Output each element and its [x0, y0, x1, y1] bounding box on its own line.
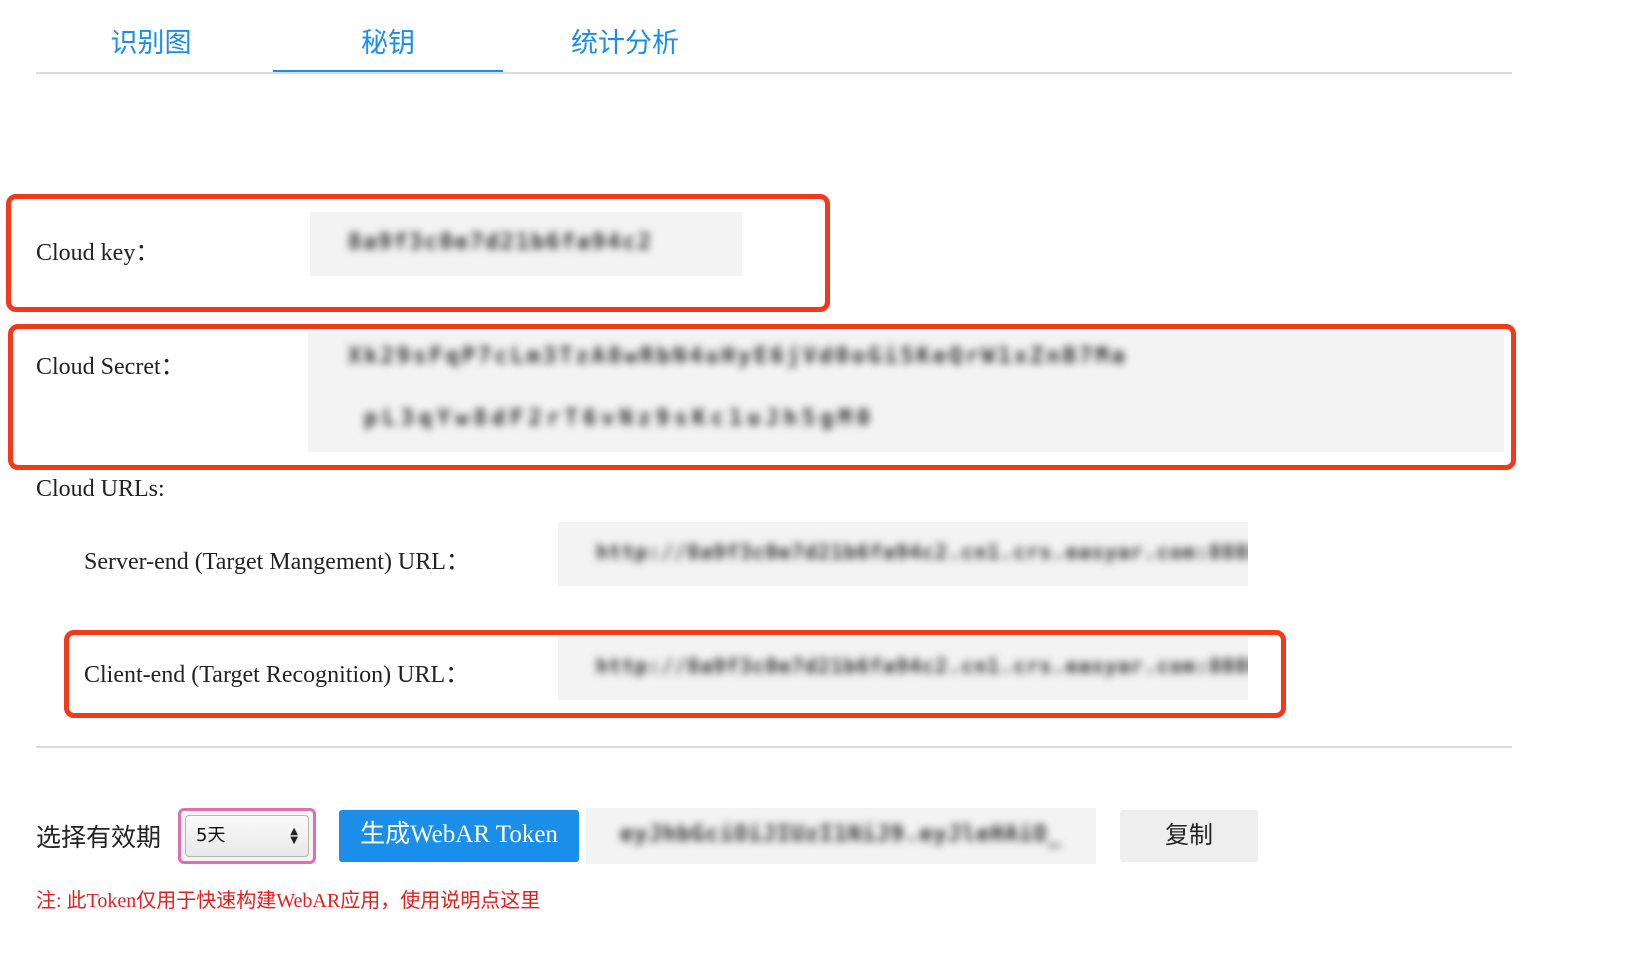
validity-period-select[interactable]: 5天 ▲ ▼: [178, 808, 316, 864]
select-updown-icon: ▲ ▼: [290, 826, 298, 846]
cloud-secret-highlight: [8, 324, 1516, 470]
client-end-url-highlight: [64, 630, 1286, 718]
token-usage-note: 注: 此Token仅用于快速构建WebAR应用，使用说明点这里: [36, 884, 540, 913]
copy-token-button[interactable]: 复制: [1120, 810, 1258, 862]
generate-webar-token-button[interactable]: 生成WebAR Token: [339, 810, 579, 862]
tabs-divider: [36, 72, 1512, 74]
section-divider: [36, 746, 1512, 748]
tab-recognition-images[interactable]: 识别图: [36, 20, 266, 70]
server-end-url-label: Server-end (Target Mangement) URL：: [84, 549, 470, 575]
server-end-url-value-box[interactable]: http://8a9f3c0e7d21b6fa94c2.cn1.crs.easy…: [558, 522, 1248, 586]
tab-keys[interactable]: 秘钥: [273, 20, 503, 70]
cloud-urls-label: Cloud URLs:: [36, 476, 165, 502]
cloud-key-highlight: [6, 194, 830, 312]
usage-instructions-link[interactable]: 点这里: [480, 890, 540, 912]
server-end-url-value: http://8a9f3c0e7d21b6fa94c2.cn1.crs.easy…: [596, 540, 1248, 564]
validity-period-selected-value: 5天: [196, 825, 226, 846]
webar-token-value: eyJhbGciOiJIUzI1NiJ9.eyJleHAiO_: [620, 822, 1062, 847]
token-usage-note-text: 注: 此Token仅用于快速构建WebAR应用，使用说明: [36, 890, 481, 912]
validity-period-label: 选择有效期: [36, 823, 162, 852]
validity-period-select-inner: 5天 ▲ ▼: [185, 815, 309, 857]
tab-statistics[interactable]: 统计分析: [510, 20, 740, 70]
webar-token-value-box[interactable]: eyJhbGciOiJIUzI1NiJ9.eyJleHAiO_: [586, 808, 1096, 864]
